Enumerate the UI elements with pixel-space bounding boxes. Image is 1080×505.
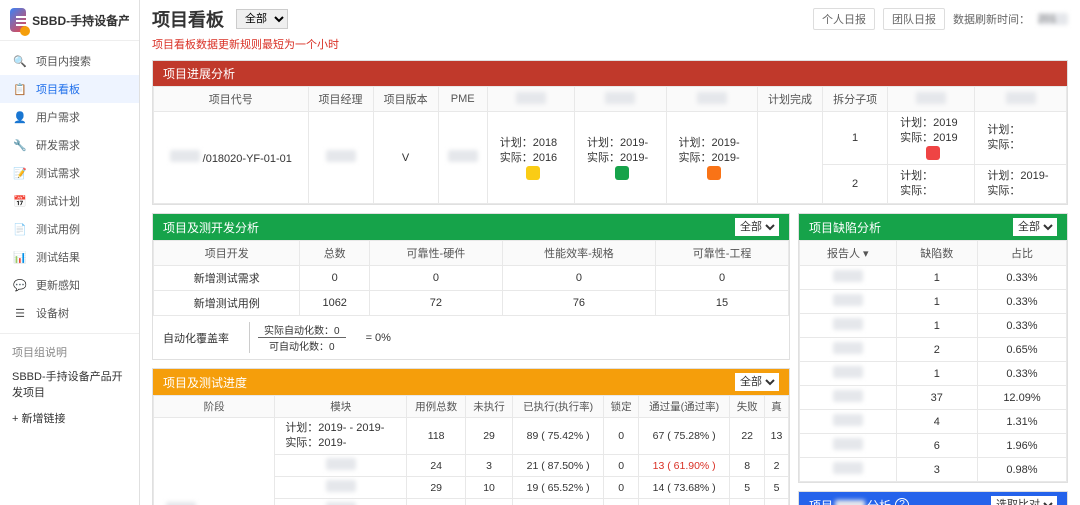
severity-panel: 项目分析 ? 选取比对 严重性总数占比 致命问题1719.54% 严重问题404…: [798, 491, 1068, 505]
nav-test-case[interactable]: 📄测试用例: [0, 215, 139, 243]
case-icon: 📄: [12, 221, 28, 237]
severity-filter[interactable]: 选取比对: [991, 496, 1057, 505]
test-icon: 📝: [12, 165, 28, 181]
logo-icon: [10, 8, 26, 32]
bell-icon: 💬: [12, 277, 28, 293]
exec-header: 项目及测试进度 全部: [153, 369, 789, 395]
personal-daily-btn[interactable]: 个人日报: [813, 8, 875, 30]
dev-table: 项目开发总数可靠性-硬件性能效率-规格可靠性-工程 新增测试需求0000 新增测…: [153, 240, 789, 316]
project-info-title: 项目组说明: [0, 340, 139, 364]
page-title: 项目看板: [152, 6, 224, 32]
nav-search[interactable]: 🔍项目内搜索: [0, 47, 139, 75]
exec-filter[interactable]: 全部: [735, 373, 779, 391]
progress-row: /018020-YF-01-01 V 计划：2018实际：2016 计划：201…: [154, 112, 1067, 165]
nav-user-req[interactable]: 👤用户需求: [0, 103, 139, 131]
status-dot-yellow: [526, 166, 540, 180]
defect-header: 项目缺陷分析 全部: [799, 214, 1067, 240]
nav-board[interactable]: 📋项目看板: [0, 75, 139, 103]
nav: 🔍项目内搜索 📋项目看板 👤用户需求 🔧研发需求 📝测试需求 📅测试计划 📄测试…: [0, 41, 139, 438]
defect-filter[interactable]: 全部: [1013, 218, 1057, 236]
search-icon: 🔍: [12, 53, 28, 69]
refresh-time: 201: [1038, 13, 1068, 25]
sidebar: SBBD-手持设备产品开发... 🔍项目内搜索 📋项目看板 👤用户需求 🔧研发需…: [0, 0, 140, 505]
nav-test-req[interactable]: 📝测试需求: [0, 159, 139, 187]
refresh-label: 数据刷新时间：: [953, 11, 1030, 27]
nav-test-plan[interactable]: 📅测试计划: [0, 187, 139, 215]
board-icon: 📋: [12, 81, 28, 97]
result-icon: 📊: [12, 249, 28, 265]
exec-panel: 项目及测试进度 全部 阶段模块用例总数未执行已执行(执行率)锁定通过量(通过率)…: [152, 368, 790, 505]
nav-dev-req[interactable]: 🔧研发需求: [0, 131, 139, 159]
defect-panel: 项目缺陷分析 全部 报告人 ▾缺陷数占比 10.33% 10.33% 10.33…: [798, 213, 1068, 483]
tree-icon: ☰: [12, 305, 28, 321]
status-dot-orange: [707, 166, 721, 180]
filter-select[interactable]: 全部: [236, 9, 288, 29]
progress-panel: 项目进展分析 项目代号 项目经理 项目版本 PME 计划完成 拆分子项 /018: [152, 60, 1068, 205]
status-dot-green: [615, 166, 629, 180]
app-title: SBBD-手持设备产品开发...: [32, 12, 129, 29]
exec-table: 阶段模块用例总数未执行已执行(执行率)锁定通过量(通过率)失败真 清测试第一轮 …: [153, 395, 789, 505]
topbar: 项目看板 全部 个人日报 团队日报 数据刷新时间： 201: [152, 6, 1068, 32]
progress-header: 项目进展分析: [153, 61, 1067, 86]
nav-device-tree[interactable]: ☰设备树: [0, 299, 139, 327]
help-icon[interactable]: ?: [895, 498, 909, 505]
severity-header: 项目分析 ? 选取比对: [799, 492, 1067, 505]
nav-update[interactable]: 💬更新感知: [0, 271, 139, 299]
dev-panel: 项目及测开发分析 全部 项目开发总数可靠性-硬件性能效率-规格可靠性-工程 新增…: [152, 213, 790, 360]
status-dot-red: [926, 146, 940, 160]
logo-row: SBBD-手持设备产品开发...: [0, 0, 139, 41]
dev-icon: 🔧: [12, 137, 28, 153]
add-link[interactable]: + 新增链接: [0, 404, 139, 432]
dev-filter[interactable]: 全部: [735, 218, 779, 236]
progress-table: 项目代号 项目经理 项目版本 PME 计划完成 拆分子项 /018020-YF-…: [153, 86, 1067, 204]
dev-header: 项目及测开发分析 全部: [153, 214, 789, 240]
team-daily-btn[interactable]: 团队日报: [883, 8, 945, 30]
user-icon: 👤: [12, 109, 28, 125]
defect-table: 报告人 ▾缺陷数占比 10.33% 10.33% 10.33% 20.65% 1…: [799, 240, 1067, 482]
main-content: 项目看板 全部 个人日报 团队日报 数据刷新时间： 201 项目看板数据更新规则…: [140, 0, 1080, 505]
plan-icon: 📅: [12, 193, 28, 209]
nav-test-result[interactable]: 📊测试结果: [0, 243, 139, 271]
project-info-name: SBBD-手持设备产品开发项目: [0, 364, 139, 404]
automation-rate: 自动化覆盖率 实际自动化数：0可自动化数：0 = 0%: [153, 316, 789, 359]
refresh-notice: 项目看板数据更新规则最短为一个小时: [152, 36, 1068, 52]
